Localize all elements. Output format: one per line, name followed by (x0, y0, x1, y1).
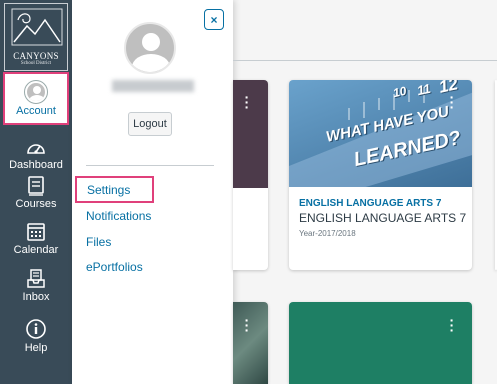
notifications-link[interactable]: Notifications (86, 209, 151, 223)
files-link[interactable]: Files (86, 235, 111, 249)
dashboard-icon (27, 144, 45, 154)
logout-button[interactable]: Logout (128, 112, 172, 136)
eportfolios-link[interactable]: ePortfolios (86, 260, 143, 274)
course-card[interactable] (233, 302, 268, 384)
nav-item-help[interactable]: Help (0, 318, 72, 354)
nav-item-inbox-label: Inbox (22, 291, 50, 303)
nav-item-dashboard[interactable]: Dashboard (0, 137, 72, 171)
course-card-hero-image: 10 11 12 WHAT HAVE YOU LEARNED? (289, 80, 472, 187)
inbox-icon (27, 269, 45, 288)
courses-icon (28, 176, 44, 196)
nav-item-courses-label: Courses (15, 198, 57, 210)
course-term: Year-2017/2018 (299, 229, 356, 238)
settings-link[interactable]: Settings (75, 176, 154, 203)
nav-item-calendar[interactable]: Calendar (0, 222, 72, 256)
course-card-hero (289, 302, 472, 384)
nav-item-help-label: Help (24, 342, 48, 354)
logo-subtitle: School District (20, 61, 52, 66)
ruler-number-10: 10 (391, 83, 408, 101)
card-options-icon[interactable]: · · · (448, 313, 456, 337)
logo-name: CANYONS (13, 51, 59, 61)
course-code[interactable]: ENGLISH LANGUAGE ARTS 7 (299, 198, 441, 209)
nav-item-account[interactable]: Account (3, 72, 69, 125)
nav-item-calendar-label: Calendar (13, 244, 59, 256)
calendar-icon (27, 223, 45, 241)
header-divider (233, 60, 497, 61)
course-card[interactable] (289, 302, 472, 384)
card-options-icon[interactable]: · · · (243, 313, 251, 337)
course-card-hero (233, 302, 268, 384)
global-navigation: CANYONS School District Account Dashboar… (0, 0, 72, 384)
nav-item-courses[interactable]: Courses (0, 176, 72, 210)
close-icon: × (210, 12, 218, 27)
help-icon (26, 319, 46, 339)
mountain-logo-icon (11, 8, 63, 46)
account-tray: × Logout Settings Notifications Files eP… (72, 0, 233, 384)
course-name: ENGLISH LANGUAGE ARTS 7 (299, 211, 467, 225)
ruler-number-11: 11 (415, 80, 432, 99)
profile-avatar (124, 22, 176, 74)
tray-divider (86, 165, 214, 166)
school-logo[interactable]: CANYONS School District (4, 3, 68, 71)
close-tray-button[interactable]: × (204, 9, 224, 30)
user-name-blurred (112, 80, 194, 92)
card-options-icon[interactable]: · · · (243, 90, 251, 114)
card-options-icon[interactable]: · · · (448, 90, 456, 114)
course-card-english[interactable]: 10 11 12 WHAT HAVE YOU LEARNED? ENGLISH … (289, 80, 472, 270)
nav-item-dashboard-label: Dashboard (9, 159, 63, 171)
nav-item-inbox[interactable]: Inbox (0, 269, 72, 303)
nav-item-account-label: Account (16, 104, 56, 117)
account-avatar-icon (24, 79, 48, 104)
